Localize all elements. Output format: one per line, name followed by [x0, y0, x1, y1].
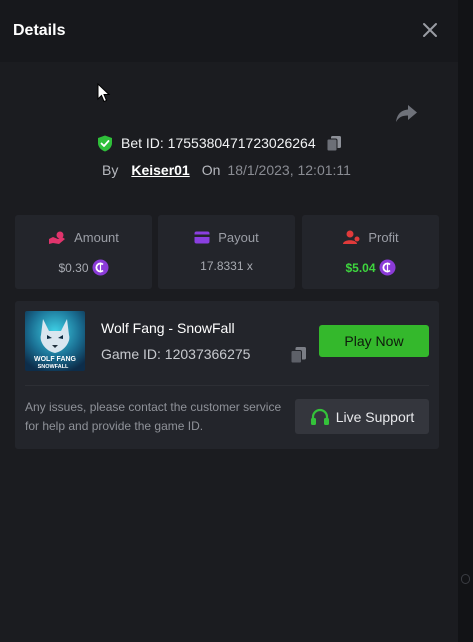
profit-value: $5.04 — [345, 260, 376, 275]
wallet-hand-icon — [49, 231, 66, 244]
bet-id-row: Bet ID: 1755380471723026264 — [97, 133, 342, 153]
amount-label: Amount — [74, 230, 119, 245]
game-thumbnail[interactable]: WOLF FANG SNOWFALL — [25, 311, 85, 371]
share-arrow-icon[interactable] — [395, 103, 418, 123]
coin-icon — [92, 259, 109, 276]
payout-value: 17.8331 x — [200, 259, 253, 273]
profit-card: Profit $5.04 — [302, 215, 439, 289]
username-link[interactable]: Keiser01 — [131, 162, 189, 178]
divider — [25, 385, 429, 386]
thumb-title-line1: WOLF FANG — [34, 356, 77, 363]
page-scroll-edge — [458, 0, 473, 642]
game-name: Wolf Fang - SnowFall — [101, 320, 235, 336]
mouse-pointer-icon — [97, 83, 111, 103]
card-icon — [194, 231, 210, 244]
profit-label: Profit — [368, 230, 399, 245]
coin-icon — [379, 259, 396, 276]
live-support-label: Live Support — [335, 408, 415, 425]
live-support-button[interactable]: Live Support — [295, 399, 429, 434]
game-id: Game ID: 12037366275 — [101, 346, 251, 362]
support-text: Any issues, please contact the customer … — [25, 400, 282, 433]
bet-meta-row: By Keiser01 On 18/1/2023, 12:01:11 — [102, 160, 351, 180]
headset-icon — [310, 408, 329, 425]
verified-shield-icon — [98, 135, 112, 151]
copy-icon[interactable] — [290, 346, 307, 364]
copy-icon[interactable] — [326, 135, 342, 152]
thumb-title-line2: SNOWFALL — [38, 364, 69, 370]
bet-id-text: Bet ID: 1755380471723026264 — [121, 135, 316, 151]
person-coins-icon — [343, 230, 360, 244]
payout-label: Payout — [218, 230, 259, 245]
scroll-knob[interactable] — [461, 574, 470, 584]
modal-header: Details — [0, 0, 458, 62]
bet-datetime: 18/1/2023, 12:01:11 — [227, 162, 351, 178]
by-label: By — [102, 162, 119, 178]
play-now-button[interactable]: Play Now — [319, 325, 429, 357]
amount-value: $0.30 — [58, 260, 89, 275]
game-card: WOLF FANG SNOWFALL Wolf Fang - SnowFall … — [15, 301, 439, 449]
payout-card: Payout 17.8331 x — [158, 215, 295, 289]
amount-card: Amount $0.30 — [15, 215, 152, 289]
on-label: On — [201, 162, 221, 178]
modal-title: Details — [13, 22, 66, 39]
close-icon[interactable] — [419, 19, 441, 41]
details-modal: Details Bet ID: 1755380471723026264 By K… — [0, 0, 458, 642]
